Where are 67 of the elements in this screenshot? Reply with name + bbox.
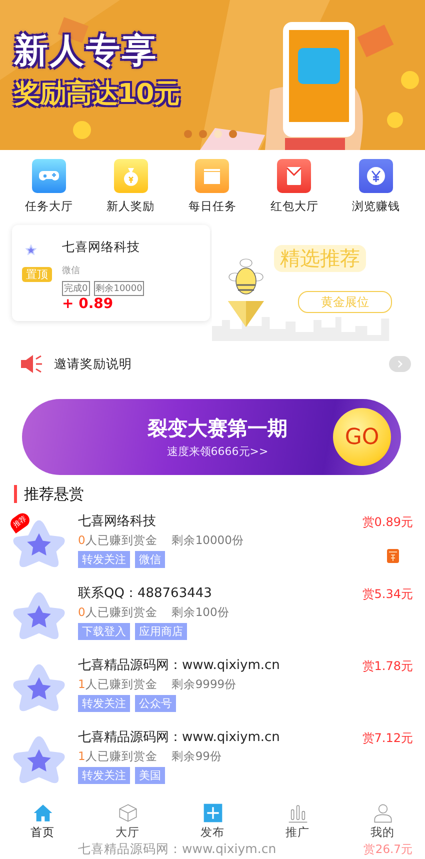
tab-bar-item[interactable]: 大厅 [85,801,170,841]
earned-count: 1 [78,749,86,763]
user-icon [372,802,392,822]
platform-label: 微信 [62,264,81,277]
pinned-badge: 置顶 [22,267,52,282]
reward-amount: + 0.89 [62,296,114,312]
earned-label: 人已赚到赏金 [85,533,158,547]
banner-headline: 新人专享 [14,30,159,73]
shortcut-label[interactable]: 任务大厅 [24,199,73,214]
earned-count: 0 [78,533,86,547]
reward-amount: 赏0.89元 [362,514,413,531]
task-tag: 应用商店 [135,623,187,640]
earned-label: 人已赚到赏金 [85,749,158,763]
task-tag: 转发关注 [78,551,130,568]
reward-amount: 赏1.78元 [362,658,413,675]
chevron-icon[interactable] [389,356,411,372]
tab-bar-item[interactable]: 推广 [255,801,340,841]
reward-amount: 赏26.7元 [363,842,413,857]
box-icon[interactable] [195,159,230,193]
shortcut-label[interactable]: 红包大厅 [270,199,318,214]
yuan-icon[interactable] [359,159,394,193]
earned-count: 1 [78,677,86,691]
task-title[interactable]: 七喜精品源码网：www.qixiym.cn [78,657,362,675]
task-tag: 公众号 [135,695,176,712]
notice-text[interactable]: 邀请奖励说明 [54,356,389,372]
task-tag: 下载登入 [78,623,130,640]
speaker-icon [20,354,44,374]
go-button[interactable]: GO [333,408,391,466]
remaining-count: 剩余9999份 [171,677,237,691]
remaining-count: 剩余100份 [171,605,230,619]
contest-banner[interactable]: 裂变大赛第一期 速度来领6666元>> GO [22,399,401,475]
completed-count: 完成0 [62,281,90,296]
envelope-icon[interactable] [277,159,312,193]
shortcut-label[interactable]: 新人奖励 [106,199,155,214]
banner-subline: 奖励高达10元 [14,78,180,111]
earned-label: 人已赚到赏金 [85,605,158,619]
task-tag: 转发关注 [78,695,130,712]
home-icon [32,802,52,822]
bag-icon[interactable] [114,159,148,193]
bar-chart-icon [288,802,308,822]
task-tag: 美国 [135,767,165,784]
earned-count: 0 [78,605,86,619]
earned-label: 人已赚到赏金 [85,677,158,691]
remaining-count: 剩余10000份 [171,533,244,547]
promo-title: 精选推荐 [274,245,366,272]
task-tag: 微信 [135,551,165,568]
task-tag: 转发关注 [78,767,130,784]
tab-bar-item[interactable]: 首页 [0,801,85,841]
section-title: 推荐悬赏 [14,485,425,503]
reward-amount: 赏5.34元 [362,586,413,603]
tab-bar-item[interactable]: 发布 [170,801,255,841]
reward-amount: 赏7.12元 [362,730,413,747]
task-title[interactable]: 七喜网络科技 [78,513,362,531]
remaining-count: 剩余10000 [94,281,144,296]
task-title[interactable]: 联系QQ：488763443 [78,585,362,603]
contest-title: 裂变大赛第一期 [146,415,288,442]
task-card[interactable]: 置顶 七喜网络科技 微信 完成0 剩余10000 + 0.89 [12,225,210,321]
shortcut-label[interactable]: 浏览赚钱 [352,199,400,214]
task-title: 七喜网络科技 [62,239,141,256]
contest-subtitle: 速度来领6666元>> [166,444,270,459]
remaining-count: 剩余99份 [171,749,222,763]
cube-icon [118,802,138,822]
game-icon[interactable] [32,159,66,193]
tab-bar-item[interactable]: 我的 [340,801,425,841]
task-title[interactable]: 七喜精品源码网：www.qixiym.cn [78,729,362,747]
shortcut-label[interactable]: 每日任务 [188,199,236,214]
star-icon [24,243,38,257]
